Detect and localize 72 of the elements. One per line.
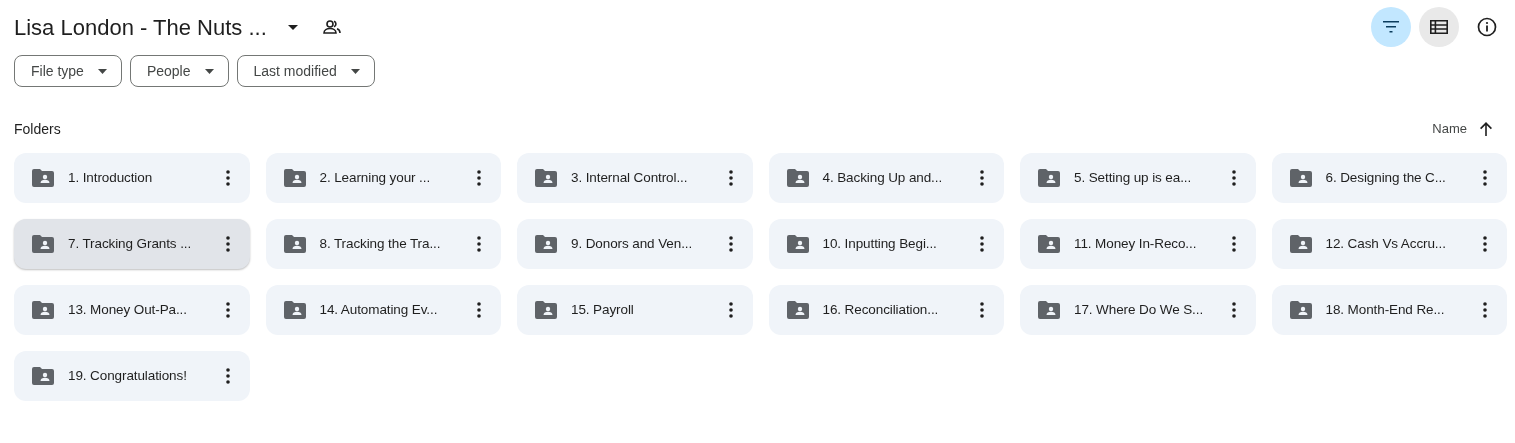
folder-card[interactable]: 9. Donors and Ven... <box>517 219 753 269</box>
folder-card[interactable]: 18. Month-End Re... <box>1271 285 1507 335</box>
filter-button[interactable] <box>1371 7 1411 47</box>
folder-card[interactable]: 15. Payroll <box>517 285 753 335</box>
caret-icon <box>204 68 214 74</box>
shared-folder-icon <box>1038 235 1060 253</box>
shared-folder-icon <box>1289 301 1312 319</box>
folder-name: 3. Internal Control... <box>571 168 689 187</box>
folder-name: 1. Introduction <box>68 168 154 187</box>
shared-folder-icon <box>32 301 54 319</box>
folder-card[interactable]: 12. Cash Vs Accru... <box>1271 219 1507 269</box>
shared-folder-icon <box>32 367 54 385</box>
folder-card[interactable]: 11. Money In-Reco... <box>1020 219 1256 269</box>
folder-name: 15. Payroll <box>571 300 635 319</box>
filter-dropdown[interactable]: File type <box>14 55 122 87</box>
shared-folder-icon <box>283 169 306 187</box>
folder-card[interactable]: 8. Tracking the Tra... <box>265 219 501 269</box>
folder-name: 16. Reconciliation... <box>822 300 940 319</box>
shared-people-icon[interactable] <box>322 19 341 35</box>
folder-name: 14. Automating Ev... <box>319 300 439 319</box>
shared-folder-icon <box>283 235 306 253</box>
shared-folder-icon <box>786 169 809 187</box>
shared-folder-icon <box>1289 169 1312 187</box>
shared-folder-icon <box>535 169 557 187</box>
shared-folder-icon <box>1038 301 1060 319</box>
folder-title: Lisa London - The Nuts ... <box>14 13 267 42</box>
shared-folder-icon <box>32 235 54 253</box>
folder-card[interactable]: 19. Congratulations! <box>14 351 250 401</box>
folder-name: 8. Tracking the Tra... <box>319 234 442 253</box>
info-icon <box>1477 17 1497 37</box>
folder-card[interactable]: 1. Introduction <box>14 153 250 203</box>
caret-icon <box>97 68 107 74</box>
shared-folder-icon <box>786 235 809 253</box>
folder-card[interactable]: 2. Learning your ... <box>265 153 501 203</box>
shared-folder-icon <box>1038 169 1060 187</box>
folder-card[interactable]: 6. Designing the C... <box>1271 153 1507 203</box>
folder-name: 17. Where Do We S... <box>1074 300 1205 319</box>
sort-button[interactable]: Name <box>1432 119 1507 139</box>
folder-card[interactable]: 4. Backing Up and... <box>768 153 1004 203</box>
folder-card[interactable]: 13. Money Out-Pa... <box>14 285 250 335</box>
folder-name: 12. Cash Vs Accru... <box>1325 234 1447 253</box>
folder-name: 9. Donors and Ven... <box>571 234 694 253</box>
section-heading: Folders <box>14 119 61 139</box>
list-view-icon <box>1430 20 1448 34</box>
shared-folder-icon <box>1289 235 1312 253</box>
folder-name: 6. Designing the C... <box>1325 168 1447 187</box>
filter-dropdown[interactable]: Last modified <box>236 55 375 87</box>
folder-name: 19. Congratulations! <box>68 366 188 385</box>
folder-name: 18. Month-End Re... <box>1325 300 1446 319</box>
shared-folder-icon <box>535 235 557 253</box>
folder-name: 13. Money Out-Pa... <box>68 300 188 319</box>
folder-name: 4. Backing Up and... <box>822 168 944 187</box>
filter-dropdown[interactable]: People <box>129 55 229 87</box>
folder-card[interactable]: 17. Where Do We S... <box>1020 285 1256 335</box>
folder-card[interactable]: 14. Automating Ev... <box>265 285 501 335</box>
folder-card[interactable]: 5. Setting up is ea... <box>1020 153 1256 203</box>
folder-card[interactable]: 7. Tracking Grants ... <box>14 219 250 269</box>
folder-name: 7. Tracking Grants ... <box>68 234 193 253</box>
folder-name: 5. Setting up is ea... <box>1074 168 1193 187</box>
caret-icon <box>350 68 360 74</box>
shared-folder-icon <box>535 301 557 319</box>
folder-name: 10. Inputting Begi... <box>822 234 938 253</box>
list-view-button[interactable] <box>1419 7 1459 47</box>
folder-card[interactable]: 16. Reconciliation... <box>768 285 1004 335</box>
shared-folder-icon <box>32 169 54 187</box>
folder-card[interactable]: 10. Inputting Begi... <box>768 219 1004 269</box>
filter-icon <box>1383 21 1399 33</box>
folder-name: 11. Money In-Reco... <box>1074 234 1198 253</box>
shared-folder-icon <box>283 301 306 319</box>
folder-name: 2. Learning your ... <box>319 168 432 187</box>
shared-folder-icon <box>786 301 809 319</box>
folder-card[interactable]: 3. Internal Control... <box>517 153 753 203</box>
